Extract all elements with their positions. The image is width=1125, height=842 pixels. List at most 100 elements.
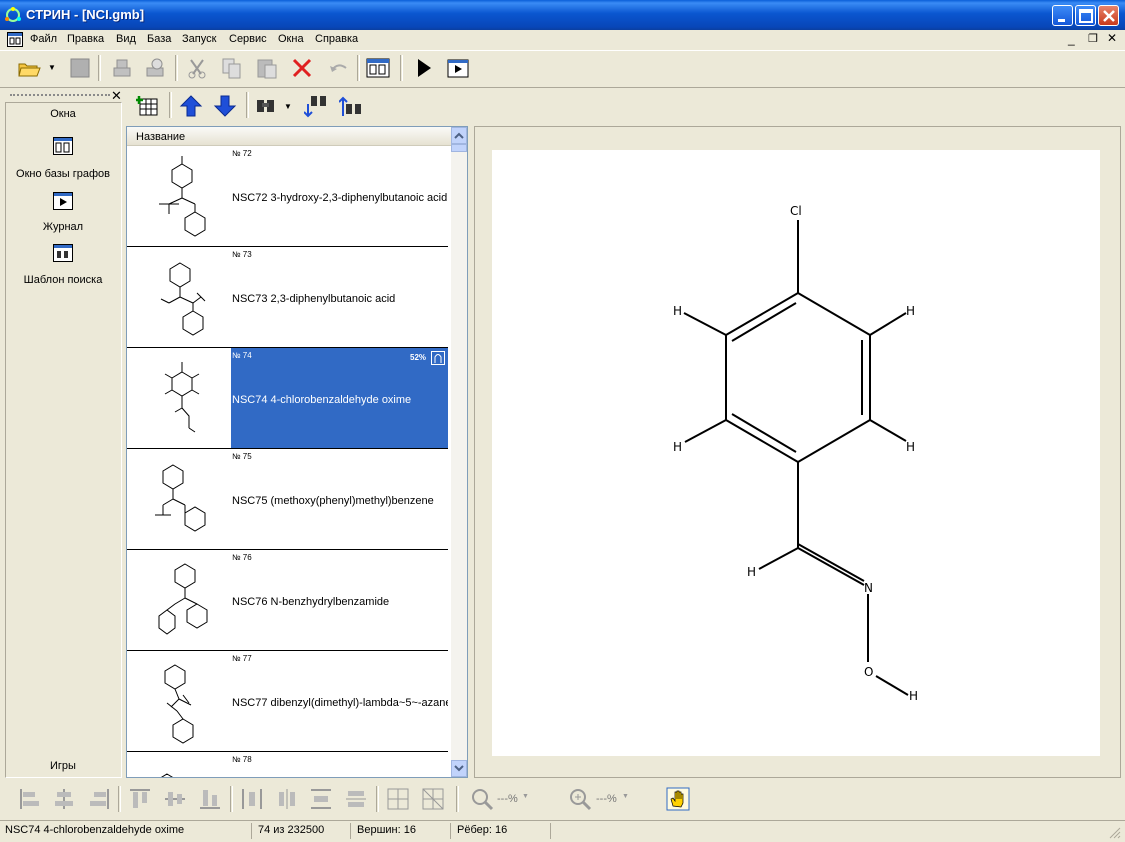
menu-file[interactable]: Файл <box>30 33 57 45</box>
zoom-icon[interactable] <box>470 787 494 811</box>
lock-icon[interactable] <box>431 351 445 365</box>
menu-help[interactable]: Справка <box>315 33 358 45</box>
list-item[interactable]: № 76 NSC76 N-benzhydrylbenzamide <box>127 550 448 651</box>
panel-item-search-template[interactable]: Шаблон поиска <box>4 243 122 289</box>
chevron-up-icon <box>454 132 464 139</box>
open-dropdown-icon[interactable]: ▼ <box>48 63 56 72</box>
status-position: 74 из 232500 <box>258 824 325 836</box>
undo-icon[interactable] <box>326 56 350 80</box>
distribute-vertical-icon[interactable] <box>309 787 333 811</box>
mdi-close-icon[interactable]: ✕ <box>1107 31 1117 45</box>
arrow-up-icon[interactable] <box>179 94 203 118</box>
print-preview-icon[interactable] <box>143 56 167 80</box>
close-icon <box>1103 10 1115 22</box>
add-record-icon[interactable] <box>136 94 160 118</box>
minimize-button[interactable] <box>1052 5 1073 26</box>
zoom-fit-icon[interactable] <box>568 787 592 811</box>
list-item[interactable]: № 75 NSC75 (methoxy(phenyl)methyl)benzen… <box>127 449 448 550</box>
molecule-canvas[interactable]: Cl H H H H H N O H <box>492 150 1100 756</box>
cut-icon[interactable] <box>185 56 209 80</box>
close-button[interactable] <box>1098 5 1119 26</box>
structure-thumbnail <box>164 362 200 433</box>
separator <box>175 55 178 81</box>
row-number: № 78 <box>232 755 252 764</box>
scroll-thumb[interactable] <box>451 144 467 152</box>
zoom-fit-dropdown-icon[interactable]: ▼ <box>622 793 629 800</box>
zoom-fit-value[interactable]: ---% <box>596 793 617 805</box>
find-dropdown-icon[interactable]: ▼ <box>284 102 292 111</box>
print-icon[interactable] <box>110 56 134 80</box>
align-left-icon[interactable] <box>18 787 42 811</box>
save-icon[interactable] <box>68 56 92 80</box>
atom-label-h: H <box>906 304 915 318</box>
status-vertices: Вершин: 16 <box>357 824 416 836</box>
scroll-up-button[interactable] <box>451 127 467 144</box>
row-number: № 76 <box>232 553 252 562</box>
list-item-selected[interactable]: № 74 52% NSC74 4-chlorobenzaldehyde oxim… <box>127 348 448 449</box>
list-item[interactable]: № 73 NSC73 2,3-diphenylbutanoic acid <box>127 247 448 348</box>
journal-run-icon[interactable] <box>446 56 470 80</box>
arrow-down-icon[interactable] <box>213 94 237 118</box>
resize-grip-icon[interactable] <box>1108 826 1121 839</box>
find-previous-icon[interactable] <box>339 94 363 118</box>
vertical-scrollbar[interactable] <box>451 127 467 777</box>
align-middle-icon[interactable] <box>163 787 187 811</box>
journal-icon <box>53 192 73 210</box>
list-header[interactable]: Название <box>127 127 451 146</box>
list-rows: № 72 NSC72 3-hydroxy-2,3-diphenylbutanoi… <box>127 146 448 777</box>
align-center-icon[interactable] <box>52 787 76 811</box>
menu-base[interactable]: База <box>147 33 171 45</box>
list-item[interactable]: № 77 NSC77 dibenzyl(dimethyl)-lambda~5~-… <box>127 651 448 752</box>
panel-item-graph-db[interactable]: Окно базы графов <box>4 136 122 184</box>
graph-window-icon[interactable] <box>366 56 390 80</box>
distribute-middle-icon[interactable] <box>344 787 368 811</box>
menu-run[interactable]: Запуск <box>182 33 216 45</box>
column-header-name: Название <box>136 131 186 143</box>
delete-icon[interactable] <box>290 56 314 80</box>
panel-grip[interactable] <box>10 94 110 96</box>
paste-icon[interactable] <box>255 56 279 80</box>
search-template-icon <box>53 244 73 262</box>
graph-db-icon <box>53 137 73 155</box>
maximize-button[interactable] <box>1075 5 1096 26</box>
scroll-down-button[interactable] <box>451 760 467 777</box>
no-grid-icon[interactable] <box>421 787 445 811</box>
panel-item-journal[interactable]: Журнал <box>4 191 122 237</box>
panel-header: Окна <box>50 108 76 120</box>
run-icon[interactable] <box>412 56 436 80</box>
structure-thumbnail <box>159 156 206 237</box>
copy-icon[interactable] <box>220 56 244 80</box>
find-next-icon[interactable] <box>304 94 328 118</box>
menu-edit[interactable]: Правка <box>67 33 104 45</box>
row-name: NSC74 4-chlorobenzaldehyde oxime <box>232 394 412 406</box>
hand-tool-icon[interactable] <box>666 787 690 811</box>
list-item[interactable]: № 72 NSC72 3-hydroxy-2,3-diphenylbutanoi… <box>127 146 448 247</box>
zoom-value[interactable]: ---% <box>497 793 518 805</box>
row-number: № 72 <box>232 149 252 158</box>
find-icon[interactable] <box>254 94 278 118</box>
panel-item-label: Журнал <box>42 221 84 233</box>
distribute-center-icon[interactable] <box>275 787 299 811</box>
mdi-minimize-icon[interactable]: _ <box>1068 32 1075 46</box>
menu-service[interactable]: Сервис <box>229 33 267 45</box>
zoom-dropdown-icon[interactable]: ▼ <box>522 793 529 800</box>
row-name: NSC76 N-benzhydrylbenzamide <box>232 596 390 608</box>
windows-panel: ✕ Окна Окно базы графов Журнал Шаблон по… <box>4 88 122 778</box>
mdi-restore-icon[interactable]: ❐ <box>1088 32 1098 45</box>
panel-footer-games[interactable]: Игры <box>4 760 122 772</box>
align-bottom-icon[interactable] <box>198 787 222 811</box>
separator <box>376 786 379 812</box>
align-right-icon[interactable] <box>87 787 111 811</box>
row-name: NSC75 (methoxy(phenyl)methyl)benzene <box>232 495 434 507</box>
align-top-icon[interactable] <box>128 787 152 811</box>
list-item[interactable]: № 78 <box>127 752 448 777</box>
grid-icon[interactable] <box>386 787 410 811</box>
separator <box>246 92 249 118</box>
open-folder-icon[interactable] <box>17 56 41 80</box>
menu-windows[interactable]: Окна <box>278 33 304 45</box>
menu-view[interactable]: Вид <box>116 33 136 45</box>
distribute-horizontal-icon[interactable] <box>240 787 264 811</box>
window-title: СТРИН - [NCI.gmb] <box>26 7 145 22</box>
menu-bar: Файл Правка Вид База Запуск Сервис Окна … <box>0 30 1125 50</box>
document-icon[interactable] <box>7 32 23 47</box>
